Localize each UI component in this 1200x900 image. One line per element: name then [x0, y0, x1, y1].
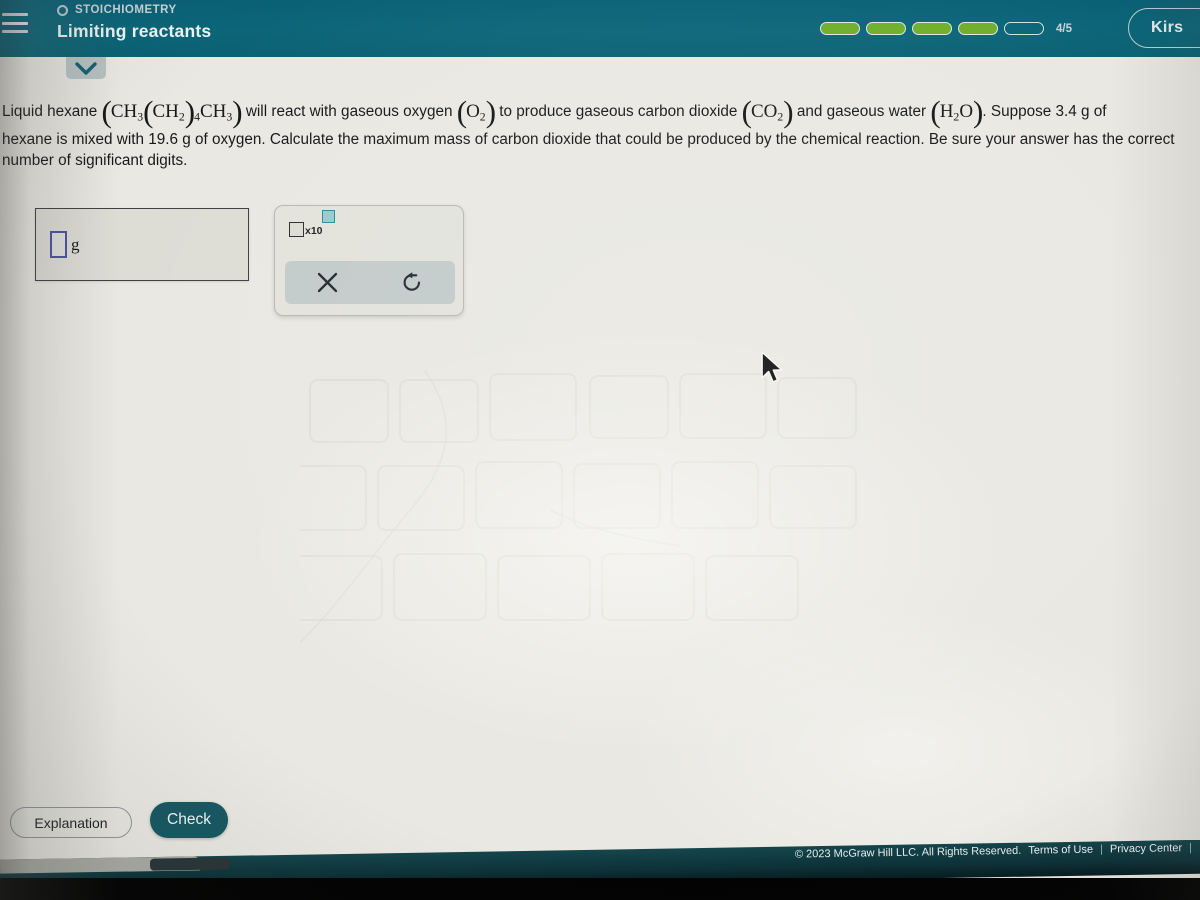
exponent-placeholder-icon — [321, 210, 335, 223]
page-title: Limiting reactants — [57, 21, 212, 41]
formula-water: (H2O) — [930, 94, 983, 129]
check-button[interactable]: Check — [150, 802, 228, 838]
progress-segment-1 — [820, 22, 860, 35]
question-part-1: Liquid hexane — [2, 103, 98, 120]
hamburger-menu-icon[interactable] — [2, 13, 28, 33]
privacy-center-link[interactable]: Privacy Center — [1110, 842, 1182, 855]
explanation-button[interactable]: Explanation — [10, 807, 132, 838]
scientific-notation-button[interactable]: x10 — [289, 210, 336, 237]
progress-indicator: 4/5 — [820, 22, 1072, 35]
screen-glare — [250, 330, 1010, 750]
footer-separator-2: | — [1188, 842, 1192, 855]
clear-button[interactable] — [285, 261, 370, 304]
progress-segment-4 — [958, 22, 998, 35]
close-x-icon — [317, 272, 338, 293]
answer-input-box[interactable]: g — [35, 208, 249, 281]
progress-segment-5 — [1004, 22, 1044, 35]
formula-oxygen: (O2) — [456, 94, 496, 129]
question-part-4: and gaseous water — [796, 103, 927, 120]
reset-button[interactable] — [370, 261, 455, 304]
user-name-label: Kirs — [1151, 19, 1184, 36]
chevron-down-icon — [75, 61, 97, 75]
undo-reset-icon — [403, 271, 421, 291]
question-line-2: hexane is mixed with 19.6 g of oxygen. C… — [2, 130, 1175, 169]
keyboard-reflection — [300, 370, 857, 644]
progress-count-label: 4/5 — [1056, 22, 1072, 35]
mouse-arrow-cursor — [761, 351, 783, 383]
mantissa-placeholder-icon — [289, 222, 304, 237]
question-line-1: Liquid hexane (CH3(CH2)4CH3) will react … — [2, 86, 1196, 129]
breadcrumb-category: STOICHIOMETRY — [75, 4, 177, 16]
breadcrumb: STOICHIOMETRY — [57, 4, 177, 16]
question-part-2: will react with gaseous oxygen — [245, 103, 453, 120]
collapse-panel-toggle[interactable] — [66, 57, 106, 79]
question-part-3: to produce gaseous carbon dioxide — [499, 103, 738, 120]
math-tool-panel: x10 — [274, 205, 464, 316]
answer-unit-label: g — [71, 234, 80, 254]
footer-separator-1: | — [1099, 843, 1104, 856]
formula-carbon-dioxide: (CO2) — [741, 94, 794, 129]
tool-action-row — [285, 261, 455, 304]
progress-segment-3 — [912, 22, 952, 35]
question-part-5: . Suppose 3.4 g of — [982, 103, 1107, 120]
answer-value-field[interactable] — [50, 231, 67, 258]
progress-segment-2 — [866, 22, 906, 35]
app-header: STOICHIOMETRY Limiting reactants 4/5 Kir… — [0, 0, 1200, 57]
question-text: Liquid hexane (CH3(CH2)4CH3) will react … — [2, 86, 1196, 171]
circle-outline-icon — [57, 4, 68, 16]
terms-of-use-link[interactable]: Terms of Use — [1028, 844, 1093, 857]
laptop-screen-photo: STOICHIOMETRY Limiting reactants 4/5 Kir… — [0, 0, 1200, 900]
footer: © 2023 McGraw Hill LLC. All Rights Reser… — [0, 840, 1200, 900]
user-account-button[interactable]: Kirs — [1128, 8, 1200, 48]
formula-hexane: (CH3(CH2)4CH3) — [101, 94, 243, 129]
laptop-frame-shadow — [0, 878, 1200, 900]
x10-label: x10 — [305, 224, 323, 237]
laptop-hinge-detail — [149, 857, 231, 871]
